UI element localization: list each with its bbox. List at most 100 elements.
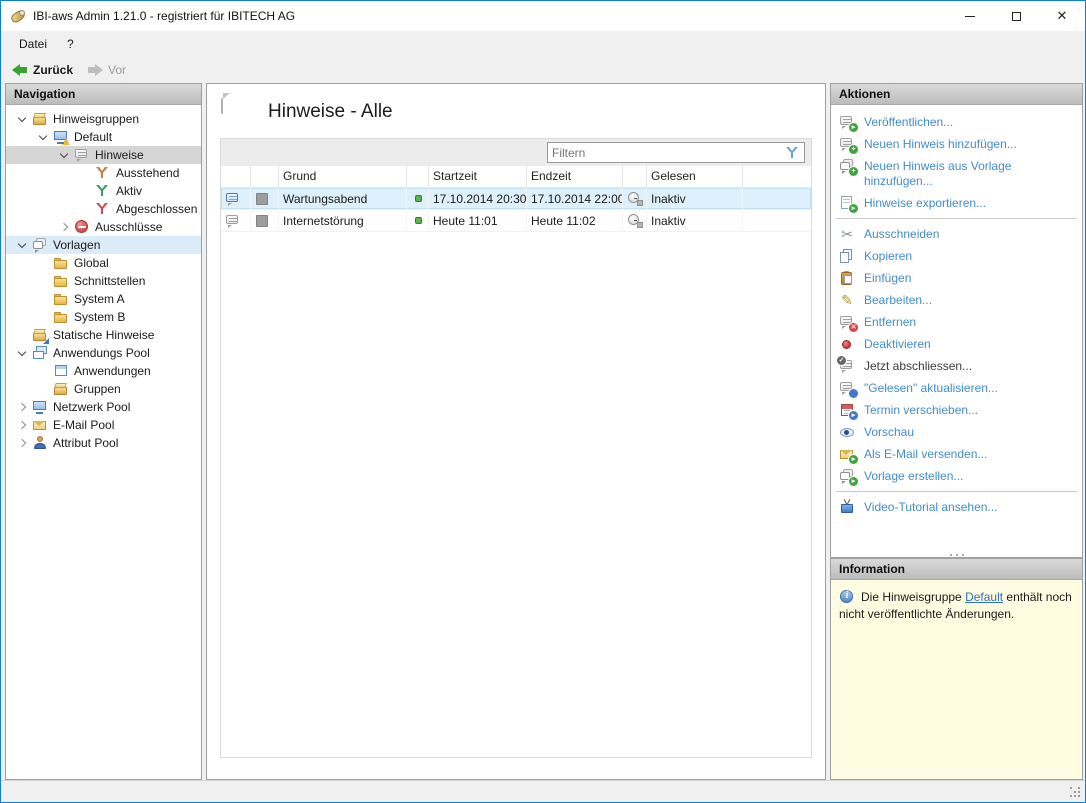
hint-display-icon xyxy=(225,191,241,207)
chevron-right-icon xyxy=(12,422,32,428)
email-pool-icon xyxy=(32,417,48,433)
create-template-icon: ▸ xyxy=(839,468,855,484)
panel-splitter-handle[interactable] xyxy=(831,547,1082,556)
nav-item-netzwerk-pool[interactable]: Netzwerk Pool xyxy=(6,398,201,416)
menu-item-help[interactable]: ? xyxy=(57,33,84,55)
nav-item-system-a[interactable]: System A xyxy=(6,290,201,308)
action-neuen-hinweis-hinzuf-gen[interactable]: + Neuen Hinweis hinzufügen... xyxy=(831,133,1082,155)
cell-icon xyxy=(221,188,251,210)
column-header-icon[interactable] xyxy=(623,166,647,187)
action-neuen-hinweis-aus-vorlage-hinzuf-gen[interactable]: +Neuen Hinweis aus Vorlage hinzufügen... xyxy=(831,155,1082,192)
action-entfernen[interactable]: ✕Entfernen xyxy=(831,311,1082,333)
hints-table: Grund StartzeitEndzeit Gelesen Wartungsabe… xyxy=(220,138,812,758)
nav-item-label: Statische Hinweise xyxy=(53,328,154,342)
action-als-e-mail-versenden[interactable]: ▸Als E-Mail versenden... xyxy=(831,443,1082,465)
action-ausschneiden[interactable]: ✂Ausschneiden xyxy=(831,223,1082,245)
nav-item-label: System A xyxy=(74,292,125,306)
nav-item-system-b[interactable]: System B xyxy=(6,308,201,326)
action-label: Ausschneiden xyxy=(864,226,939,242)
actions-header: Aktionen xyxy=(831,84,1082,105)
nav-item-label: Hinweisgruppen xyxy=(53,112,139,126)
nav-item-ausstehend[interactable]: Ausstehend xyxy=(6,164,201,182)
nav-item-hinweise[interactable]: Hinweise xyxy=(6,146,201,164)
chevron-right-icon xyxy=(54,224,74,230)
forward-button[interactable]: Vor xyxy=(80,60,133,80)
cell-icon xyxy=(407,210,429,232)
minimize-button[interactable] xyxy=(947,1,993,31)
nav-item-anwendungen[interactable]: Anwendungen xyxy=(6,362,201,380)
column-header-endzeit[interactable]: Endzeit xyxy=(527,166,623,187)
toolbar: Zurück Vor xyxy=(1,57,1085,83)
filter-input[interactable] xyxy=(548,146,785,160)
nav-item-ausschl-sse[interactable]: Ausschlüsse xyxy=(6,218,201,236)
add-hint-icon: + xyxy=(839,136,855,152)
window-controls: ✕ xyxy=(947,1,1085,31)
status-dot-green-icon xyxy=(411,191,427,207)
nav-item-abgeschlossen[interactable]: Abgeschlossen xyxy=(6,200,201,218)
hint-group-warning-icon xyxy=(53,129,69,145)
action-label: Veröffentlichen... xyxy=(864,114,953,130)
finish-now-icon: ✓ xyxy=(839,358,855,374)
actions-panel: Aktionen ▸Veröffentlichen...+Neuen Hinwe… xyxy=(830,83,1083,558)
status-dot-green-icon xyxy=(411,213,427,229)
action-label: Neuen Hinweis hinzufügen... xyxy=(864,136,1017,152)
nav-item-schnittstellen[interactable]: Schnittstellen xyxy=(6,272,201,290)
nav-item-default[interactable]: Default xyxy=(6,128,201,146)
edit-icon: ✎ xyxy=(839,292,855,308)
nav-item-global[interactable]: Global xyxy=(6,254,201,272)
nav-item-label: Schnittstellen xyxy=(74,274,145,288)
nav-item-gruppen[interactable]: Gruppen xyxy=(6,380,201,398)
action-termin-verschieben[interactable]: ▸Termin verschieben... xyxy=(831,399,1082,421)
cell-icon xyxy=(407,188,429,210)
nav-item-aktiv[interactable]: Aktiv xyxy=(6,182,201,200)
close-button[interactable]: ✕ xyxy=(1039,1,1085,31)
back-button[interactable]: Zurück xyxy=(5,60,80,80)
nav-item-label: Ausstehend xyxy=(116,166,179,180)
table-row-wartungsabend[interactable]: Wartungsabend17.10.2014 20:3017.10.2014 … xyxy=(221,188,811,210)
nav-item-e-mail-pool[interactable]: E-Mail Pool xyxy=(6,416,201,434)
table-body: Wartungsabend17.10.2014 20:3017.10.2014 … xyxy=(221,188,811,232)
action-label: Einfügen xyxy=(864,270,911,286)
chevron-down-icon xyxy=(33,135,53,139)
back-arrow-icon xyxy=(12,64,28,76)
add-hint-from-template-icon: + xyxy=(839,158,855,174)
action-vorschau[interactable]: Vorschau xyxy=(831,421,1082,443)
action-kopieren[interactable]: Kopieren xyxy=(831,245,1082,267)
app-icon xyxy=(10,8,26,24)
maximize-button[interactable] xyxy=(993,1,1039,31)
table-header-row: Grund StartzeitEndzeit Gelesen xyxy=(221,166,811,188)
action-bearbeiten[interactable]: ✎Bearbeiten... xyxy=(831,289,1082,311)
menubar: Datei ? xyxy=(1,31,1085,57)
filter-pending-icon xyxy=(95,165,111,181)
action-deaktivieren[interactable]: Deaktivieren xyxy=(831,333,1082,355)
action-einf-gen[interactable]: Einfügen xyxy=(831,267,1082,289)
nav-item-statische-hinweise[interactable]: Statische Hinweise xyxy=(6,326,201,344)
cell-grund: Wartungsabend xyxy=(279,188,407,210)
remove-icon: ✕ xyxy=(839,314,855,330)
nav-item-hinweisgruppen[interactable]: Hinweisgruppen xyxy=(6,110,201,128)
page-title: Hinweise - Alle xyxy=(268,101,393,123)
column-header-icon[interactable] xyxy=(221,166,251,187)
action-ver-ffentlichen[interactable]: ▸Veröffentlichen... xyxy=(831,111,1082,133)
nav-item-vorlagen[interactable]: Vorlagen xyxy=(6,236,201,254)
action-jetzt-abschliessen[interactable]: ✓ Jetzt abschliessen... xyxy=(831,355,1082,377)
column-header-icon[interactable] xyxy=(251,166,279,187)
resize-grip[interactable] xyxy=(1070,787,1082,799)
table-row-internetst-rung[interactable]: InternetstörungHeute 11:01Heute 11:02Ina… xyxy=(221,210,811,232)
action-gelesen-aktualisieren[interactable]: "Gelesen" aktualisieren... xyxy=(831,377,1082,399)
cell-filler xyxy=(743,188,811,210)
column-header-icon[interactable] xyxy=(407,166,429,187)
column-header-grund[interactable]: Grund xyxy=(279,166,407,187)
action-hinweise-exportieren[interactable]: ▸Hinweise exportieren... xyxy=(831,192,1082,214)
action-vorlage-erstellen[interactable]: ▸Vorlage erstellen... xyxy=(831,465,1082,487)
column-header-gelesen[interactable]: Gelesen xyxy=(647,166,743,187)
hint-group-link[interactable]: Default xyxy=(965,590,1003,604)
column-header-startzeit[interactable]: Startzeit xyxy=(429,166,527,187)
nav-item-label: System B xyxy=(74,310,125,324)
nav-item-attribut-pool[interactable]: Attribut Pool xyxy=(6,434,201,452)
folder-icon xyxy=(53,291,69,307)
action-video-tutorial-ansehen[interactable]: Video-Tutorial ansehen... xyxy=(831,496,1082,518)
action-label: Jetzt abschliessen... xyxy=(864,358,972,374)
menu-item-datei[interactable]: Datei xyxy=(9,33,57,55)
nav-item-anwendungs-pool[interactable]: Anwendungs Pool xyxy=(6,344,201,362)
